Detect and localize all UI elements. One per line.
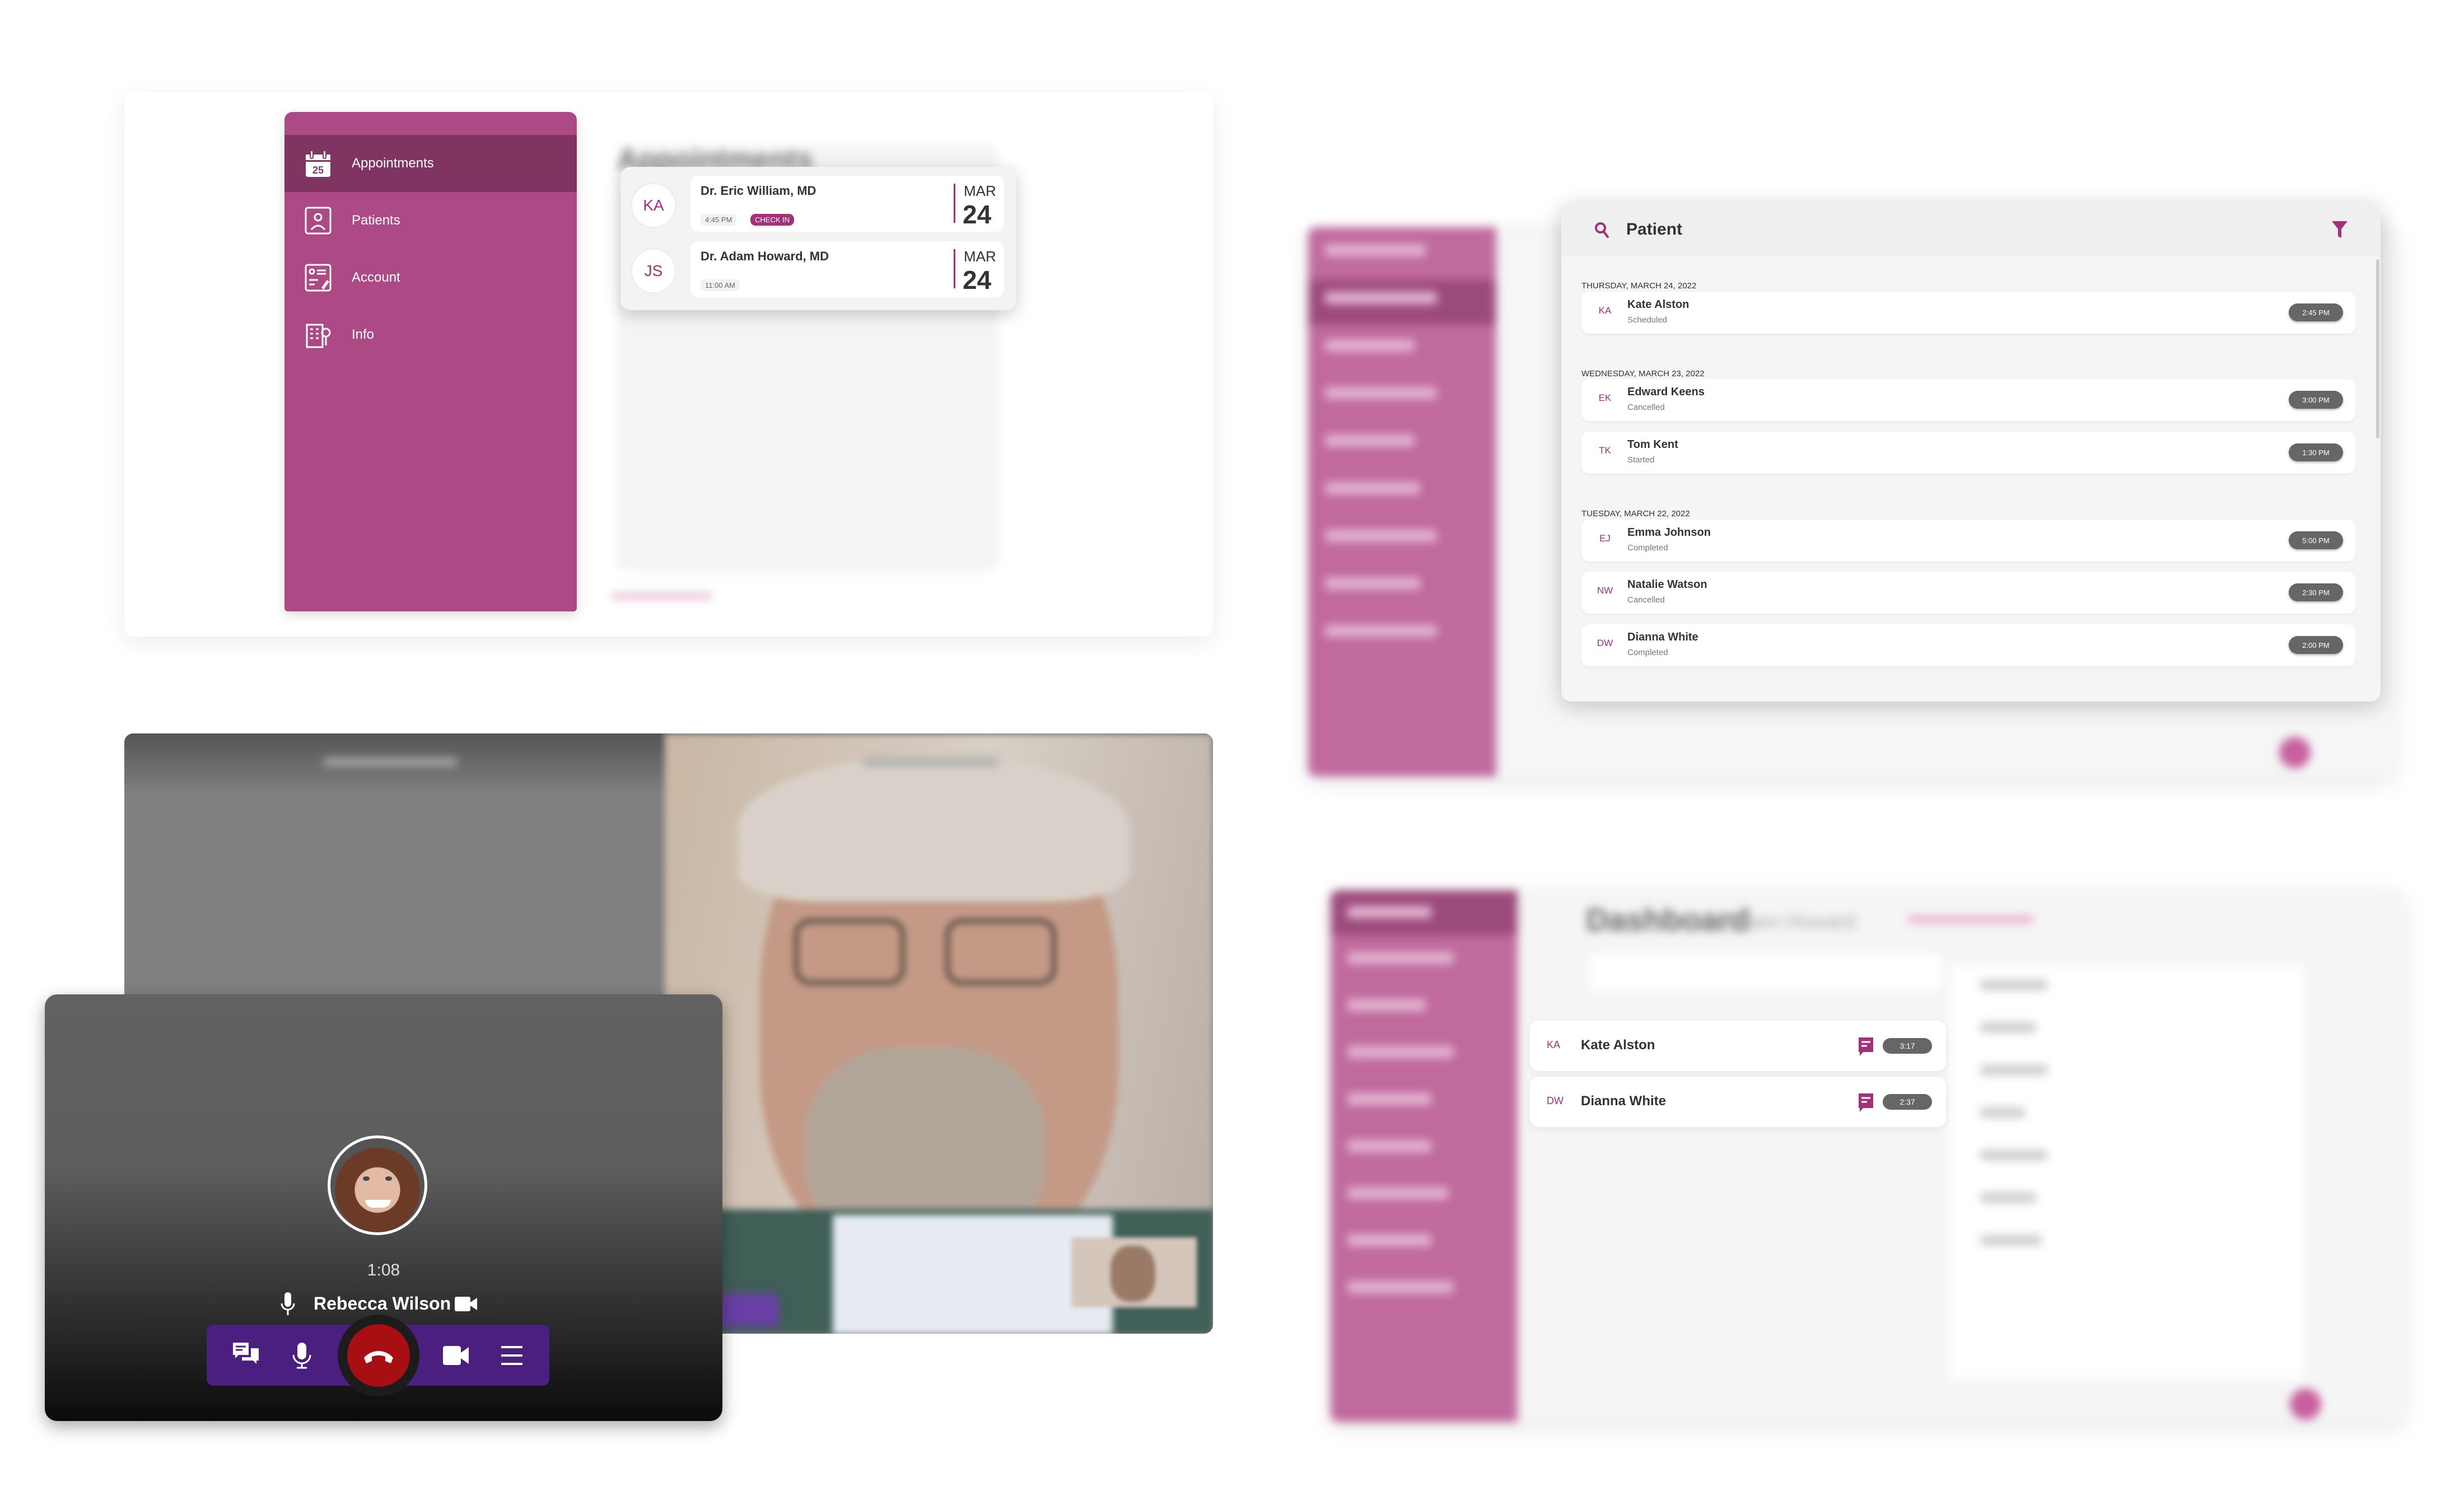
date-heading: WEDNESDAY, MARCH 23, 2022 — [1581, 369, 1705, 378]
patient-search-panel: Patient THURSDAY, MARCH 24, 2022 KA Kate… — [1561, 203, 2381, 702]
time-badge: 2:45 PM — [2289, 303, 2343, 321]
footer-link — [612, 593, 712, 599]
call-card: 1:08 Rebecca Wilson — [45, 994, 722, 1421]
date-day: 24 — [963, 200, 992, 229]
wait-time-badge: 2:37 — [1883, 1094, 1932, 1110]
patient-name: Natalie Watson — [1627, 578, 1707, 591]
call-timer: 1:08 — [367, 1261, 400, 1279]
avatar: KA — [1598, 305, 1612, 316]
hang-up-button[interactable] — [347, 1324, 410, 1387]
sidebar-item-label: Patients — [352, 213, 400, 228]
avatar: DW — [1597, 638, 1613, 648]
avatar: KA — [1547, 1039, 1561, 1050]
sidebar-item-account[interactable]: Account — [284, 249, 577, 306]
caller-name: Rebecca Wilson — [314, 1293, 451, 1314]
date-month: MAR — [964, 183, 996, 199]
avatar: NW — [1597, 585, 1613, 596]
appointment-card[interactable]: KA Dr. Eric William, MD 4:45 PM CHECK IN… — [631, 176, 1004, 232]
self-view-thumbnail — [1071, 1237, 1197, 1307]
appointment-card[interactable]: JS Dr. Adam Howard, MD 11:00 AM MAR 24 — [631, 241, 1004, 297]
dashboard-subtitle: Adam Howard — [1728, 910, 1856, 933]
patient-search-header: Patient — [1561, 203, 2381, 256]
waiting-patient-row[interactable]: DW Dianna White 2:37 — [1530, 1077, 1946, 1127]
avatar: DW — [1547, 1095, 1564, 1106]
divider — [954, 249, 955, 288]
menu-icon[interactable] — [498, 1342, 526, 1370]
waiting-patient-row[interactable]: KA Kate Alston 3:17 — [1530, 1021, 1946, 1071]
appointment-status: Scheduled — [1627, 315, 1667, 325]
patient-name: Emma Johnson — [1627, 526, 1711, 539]
message-icon[interactable] — [1858, 1092, 1874, 1114]
date-heading: THURSDAY, MARCH 24, 2022 — [1581, 281, 1697, 291]
patient-name: Tom Kent — [1627, 438, 1678, 451]
patient-row[interactable]: EJ Emma Johnson Completed 5:00 PM — [1581, 520, 2355, 562]
dashboard-sidebar — [1331, 890, 1518, 1422]
message-icon[interactable] — [1858, 1036, 1874, 1058]
caller-avatar — [328, 1135, 427, 1235]
calendar-icon: 25 — [306, 150, 330, 177]
search-input[interactable]: Patient — [1626, 220, 1682, 239]
avatar: EJ — [1599, 533, 1611, 544]
patient-row[interactable]: DW Dianna White Completed 2:00 PM — [1581, 624, 2355, 666]
patient-name: Kate Alston — [1627, 298, 1690, 311]
help-fab[interactable] — [2279, 737, 2311, 768]
appointment-time: 4:45 PM — [701, 214, 737, 226]
video-camera-icon — [455, 1297, 477, 1311]
time-badge: 2:30 PM — [2289, 583, 2343, 601]
patient-name: Dianna White — [1627, 631, 1698, 643]
patient-row[interactable]: NW Natalie Watson Cancelled 2:30 PM — [1581, 572, 2355, 614]
appointment-status: Cancelled — [1627, 595, 1665, 605]
sidebar-item-label: Info — [352, 327, 375, 342]
dashboard-title: Dashboard — [1586, 902, 1750, 937]
microphone-button[interactable] — [288, 1342, 316, 1370]
avatar: TK — [1599, 445, 1611, 456]
filter-icon[interactable] — [2331, 220, 2348, 239]
date-day: 24 — [963, 265, 992, 295]
avatar: EK — [1598, 392, 1612, 403]
sidebar-item-patients[interactable]: Patients — [284, 192, 577, 249]
time-badge: 3:00 PM — [2289, 391, 2343, 409]
check-in-badge[interactable]: CHECK IN — [750, 214, 795, 226]
microphone-icon — [281, 1292, 295, 1315]
avatar: KA — [631, 183, 676, 228]
sidebar: 25 Appointments Patients Account Info — [284, 112, 577, 611]
appointment-time: 11:00 AM — [701, 279, 740, 291]
patient-app-sidebar — [1308, 227, 1496, 777]
time-badge: 1:30 PM — [2289, 443, 2343, 461]
appointment-status: Started — [1627, 455, 1655, 465]
patient-row[interactable]: EK Edward Keens Cancelled 3:00 PM — [1581, 379, 2355, 421]
time-badge: 5:00 PM — [2289, 531, 2343, 549]
time-badge: 2:00 PM — [2289, 636, 2343, 654]
patient-card-icon — [305, 207, 332, 235]
search-icon[interactable] — [1594, 221, 1611, 239]
avatar: JS — [631, 248, 676, 294]
doctor-name: Dr. Eric William, MD — [701, 184, 816, 198]
patient-name: Edward Keens — [1627, 386, 1705, 398]
scrollbar[interactable] — [2376, 259, 2379, 438]
appointments-popup: KA Dr. Eric William, MD 4:45 PM CHECK IN… — [620, 167, 1016, 310]
date-month: MAR — [964, 248, 996, 265]
wait-time-badge: 3:17 — [1883, 1038, 1932, 1054]
patient-row[interactable]: TK Tom Kent Started 1:30 PM — [1581, 432, 2355, 474]
chat-icon[interactable] — [232, 1342, 260, 1370]
date-heading: TUESDAY, MARCH 22, 2022 — [1581, 509, 1690, 518]
patient-row[interactable]: KA Kate Alston Scheduled 2:45 PM — [1581, 292, 2355, 334]
hang-up-icon — [364, 1351, 393, 1363]
sidebar-item-label: Appointments — [352, 156, 434, 171]
sidebar-item-label: Account — [352, 270, 400, 285]
video-toggle-button[interactable] — [442, 1342, 470, 1370]
sidebar-item-info[interactable]: Info — [284, 306, 577, 363]
info-building-icon — [306, 324, 331, 348]
appointment-status: Completed — [1627, 648, 1668, 657]
account-form-icon — [305, 264, 332, 292]
svg-text:25: 25 — [312, 165, 324, 176]
patient-name: Kate Alston — [1581, 1037, 1655, 1053]
appointment-status: Completed — [1627, 543, 1668, 553]
patient-name: Dianna White — [1581, 1093, 1667, 1109]
appointment-status: Cancelled — [1627, 403, 1665, 412]
sidebar-item-appointments[interactable]: 25 Appointments — [284, 135, 577, 192]
doctor-name: Dr. Adam Howard, MD — [701, 249, 829, 263]
divider — [954, 184, 955, 223]
